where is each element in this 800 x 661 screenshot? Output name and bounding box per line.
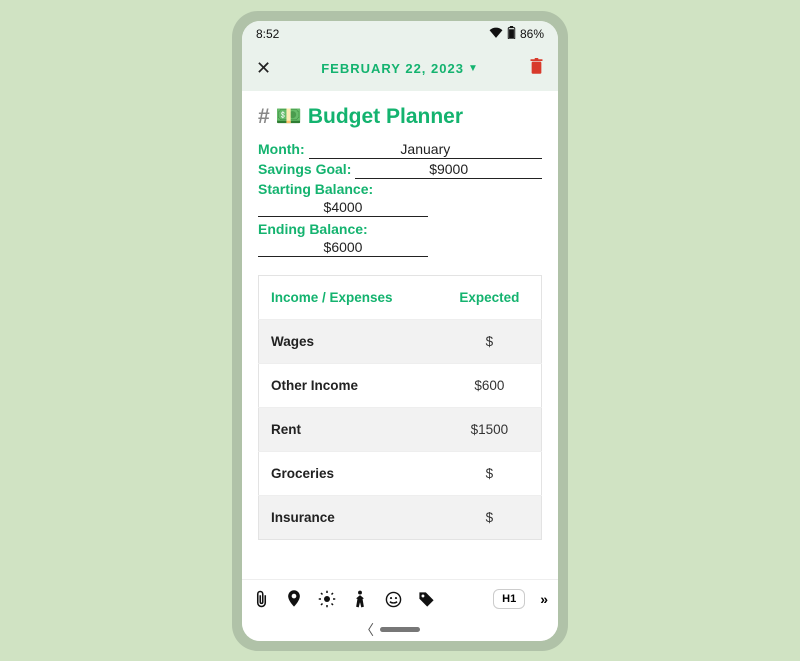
cell-expected[interactable]: $: [438, 495, 542, 539]
emoji-icon[interactable]: [384, 590, 402, 608]
table-row[interactable]: Rent$1500: [259, 407, 542, 451]
status-right: 86%: [489, 26, 544, 42]
month-label: Month:: [258, 141, 305, 157]
appbar-date: FEBRUARY 22, 2023: [321, 61, 464, 76]
cell-expected[interactable]: $: [438, 451, 542, 495]
budget-table: Income / Expenses Expected Wages$ Other …: [258, 275, 542, 540]
table-row[interactable]: Insurance$: [259, 495, 542, 539]
cell-name: Wages: [259, 319, 438, 363]
cell-name: Rent: [259, 407, 438, 451]
android-nav-bar: 〈: [242, 619, 558, 641]
trash-icon[interactable]: [529, 58, 544, 80]
startbal-label: Starting Balance:: [258, 181, 542, 197]
cell-name: Other Income: [259, 363, 438, 407]
field-month[interactable]: Month: January: [258, 141, 542, 159]
home-pill[interactable]: [380, 627, 420, 632]
close-icon[interactable]: ✕: [256, 58, 271, 79]
date-picker[interactable]: FEBRUARY 22, 2023 ▼: [321, 61, 479, 76]
page-title-text: Budget Planner: [308, 105, 463, 129]
cell-expected[interactable]: $600: [438, 363, 542, 407]
app-bar: ✕ FEBRUARY 22, 2023 ▼: [242, 47, 558, 91]
back-icon[interactable]: 〈: [360, 620, 374, 640]
cell-expected[interactable]: $: [438, 319, 542, 363]
status-battery-text: 86%: [520, 27, 544, 41]
note-content[interactable]: # 💵 Budget Planner Month: January Saving…: [242, 91, 558, 579]
page-title: # 💵 Budget Planner: [258, 105, 542, 129]
startbal-value[interactable]: $4000: [258, 199, 428, 217]
phone-frame: 8:52 86% ✕ FEBRUARY 22, 2023 ▼: [232, 11, 568, 651]
status-time: 8:52: [256, 27, 279, 41]
screen: 8:52 86% ✕ FEBRUARY 22, 2023 ▼: [242, 21, 558, 641]
heading-button[interactable]: H1: [493, 589, 525, 609]
chevron-right-icon[interactable]: »: [540, 591, 548, 607]
battery-icon: [507, 26, 516, 42]
col-header-name: Income / Expenses: [259, 275, 438, 319]
editor-toolbar: H1 »: [242, 579, 558, 619]
money-icon: 💵: [276, 105, 302, 129]
status-bar: 8:52 86%: [242, 21, 558, 47]
tag-icon[interactable]: [417, 590, 435, 608]
attachment-icon[interactable]: [252, 590, 270, 608]
cell-name: Insurance: [259, 495, 438, 539]
sun-icon[interactable]: [318, 590, 336, 608]
endbal-value[interactable]: $6000: [258, 239, 428, 257]
location-icon[interactable]: [285, 590, 303, 608]
cell-name: Groceries: [259, 451, 438, 495]
endbal-label: Ending Balance:: [258, 221, 542, 237]
person-icon[interactable]: [351, 590, 369, 608]
col-header-expected: Expected: [438, 275, 542, 319]
savings-label: Savings Goal:: [258, 161, 351, 177]
table-row[interactable]: Groceries$: [259, 451, 542, 495]
field-savings[interactable]: Savings Goal: $9000: [258, 161, 542, 179]
hash-icon: #: [258, 105, 270, 129]
wifi-icon: [489, 26, 503, 41]
chevron-down-icon: ▼: [468, 63, 479, 74]
table-row[interactable]: Other Income$600: [259, 363, 542, 407]
month-value[interactable]: January: [309, 141, 542, 159]
savings-value[interactable]: $9000: [355, 161, 542, 179]
table-row[interactable]: Wages$: [259, 319, 542, 363]
cell-expected[interactable]: $1500: [438, 407, 542, 451]
